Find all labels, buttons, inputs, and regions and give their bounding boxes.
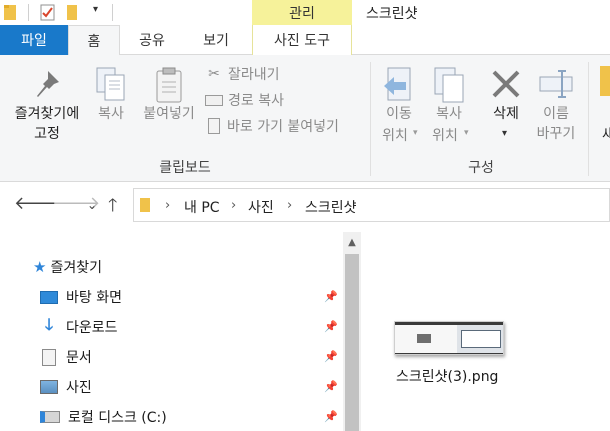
group-divider (370, 62, 371, 176)
group-divider (588, 62, 589, 176)
download-arrow-icon: 🡓 (44, 314, 54, 334)
tab-view[interactable]: 보기 (190, 25, 242, 55)
pin-icon: 📌 (324, 410, 338, 423)
breadcrumb-this-pc[interactable]: 내 PC (184, 197, 220, 217)
copy-button[interactable]: 복사 (90, 60, 132, 150)
move-to-button[interactable]: 이동 위치 ▾ (376, 60, 422, 150)
move-to-label-line1: 이동 (386, 106, 412, 122)
nav-item-local-disk[interactable]: 로컬 디스크 (C:) (40, 406, 167, 428)
new-folder-partial-icon (600, 66, 610, 96)
copy-to-icon (434, 67, 464, 103)
drive-icon (40, 411, 60, 423)
pictures-icon (40, 380, 58, 394)
tab-share[interactable]: 공유 (126, 25, 178, 55)
delete-button[interactable]: 삭제 ▾ (482, 60, 530, 150)
tab-home[interactable]: 홈 (68, 25, 120, 56)
breadcrumb-separator-icon[interactable]: › (287, 198, 292, 213)
breadcrumb-separator-icon[interactable]: › (165, 198, 170, 213)
pin-label-line2: 고정 (34, 126, 60, 142)
file-thumbnail-image[interactable] (394, 321, 504, 355)
breadcrumb-separator-icon[interactable]: › (231, 198, 236, 213)
organize-group-label: 구성 (468, 160, 494, 176)
rename-label-line2: 바꾸기 (536, 126, 576, 142)
chevron-down-icon: ▾ (464, 128, 469, 138)
chevron-down-icon: ▾ (502, 128, 508, 139)
nav-item-label: 다운로드 (66, 320, 118, 336)
copy-label: 복사 (98, 106, 124, 122)
pin-icon (37, 71, 59, 97)
nav-item-label: 사진 (66, 380, 92, 396)
pin-icon: 📌 (324, 380, 338, 393)
rename-icon (539, 70, 573, 98)
scroll-up-arrow-icon[interactable]: ▲ (343, 232, 361, 252)
quick-access-toolbar: ▾ (0, 0, 120, 25)
move-to-icon (384, 67, 411, 101)
paste-shortcut-button[interactable]: 바로 가기 붙여넣기 (204, 115, 364, 137)
nav-item-label: 바탕 화면 (66, 290, 122, 306)
delete-label: 삭제 (493, 106, 519, 122)
manage-context-tab-header[interactable]: 관리 (252, 0, 352, 25)
pin-to-quick-access-button[interactable]: 즐겨찾기에 고정 (4, 60, 88, 150)
nav-item-documents[interactable]: 문서 (40, 346, 92, 368)
desktop-icon (40, 290, 58, 304)
document-icon (42, 348, 56, 366)
copy-icon (96, 67, 125, 101)
file-name: 스크린샷(3).png (396, 369, 499, 385)
tab-photo-tools[interactable]: 사진 도구 (252, 25, 352, 55)
rename-label-line1: 이름 (543, 106, 569, 122)
paste-shortcut-icon (208, 118, 220, 134)
nav-quick-access-label: 즐겨찾기 (50, 260, 102, 276)
copy-to-label-line1: 복사 (436, 106, 462, 122)
paste-label: 붙여넣기 (143, 106, 195, 122)
new-label-partial: 새 (602, 127, 610, 138)
rename-button[interactable]: 이름 바꾸기 (530, 60, 582, 150)
cut-button[interactable]: ✂ 잘라내기 (204, 63, 314, 85)
clipboard-icon (156, 67, 182, 103)
recent-locations-chevron-icon[interactable]: ⌄ (87, 198, 97, 212)
cut-label: 잘라내기 (228, 67, 280, 83)
copy-to-button[interactable]: 복사 위치 ▾ (424, 60, 474, 150)
folder-icon (140, 198, 150, 212)
delete-x-icon (492, 70, 520, 98)
pin-icon: 📌 (324, 350, 338, 363)
scrollbar-thumb[interactable] (345, 254, 359, 431)
star-icon: ★ (33, 258, 47, 276)
customize-toolbar-chevron-icon[interactable]: ▾ (93, 4, 98, 15)
chevron-down-icon: ▾ (413, 128, 418, 138)
nav-item-label: 문서 (66, 350, 92, 366)
pin-label-line1: 즐겨찾기에 (14, 106, 80, 122)
paste-button[interactable]: 붙여넣기 (136, 60, 202, 150)
up-button[interactable]: 🡑 (108, 193, 117, 223)
breadcrumb-screenshots[interactable]: 스크린샷 (305, 197, 357, 217)
copy-path-label: 경로 복사 (228, 93, 284, 109)
nav-item-pictures[interactable]: 사진 (40, 376, 92, 398)
copy-path-icon (205, 94, 223, 106)
properties-icon[interactable] (40, 4, 55, 21)
copy-to-label-line2: 위치 (432, 128, 458, 144)
tab-file[interactable]: 파일 (0, 25, 68, 55)
nav-item-desktop[interactable]: 바탕 화면 (40, 286, 122, 308)
window-title: 스크린샷 (366, 6, 418, 22)
folder-icon[interactable] (3, 3, 17, 21)
pin-icon: 📌 (324, 290, 338, 303)
new-folder-icon[interactable] (66, 4, 78, 21)
breadcrumb-pictures[interactable]: 사진 (248, 197, 274, 217)
nav-item-label: 로컬 디스크 (C:) (68, 410, 167, 426)
clipboard-group-label: 클립보드 (159, 160, 211, 176)
nav-item-downloads[interactable]: 🡓 다운로드 (40, 314, 118, 338)
scissors-icon: ✂ (208, 66, 220, 82)
nav-quick-access[interactable]: ★ 즐겨찾기 (33, 256, 102, 278)
paste-shortcut-label: 바로 가기 붙여넣기 (227, 119, 339, 135)
move-to-label-line2: 위치 (382, 128, 408, 144)
copy-path-button[interactable]: 경로 복사 (204, 89, 314, 111)
pin-icon: 📌 (324, 320, 338, 333)
